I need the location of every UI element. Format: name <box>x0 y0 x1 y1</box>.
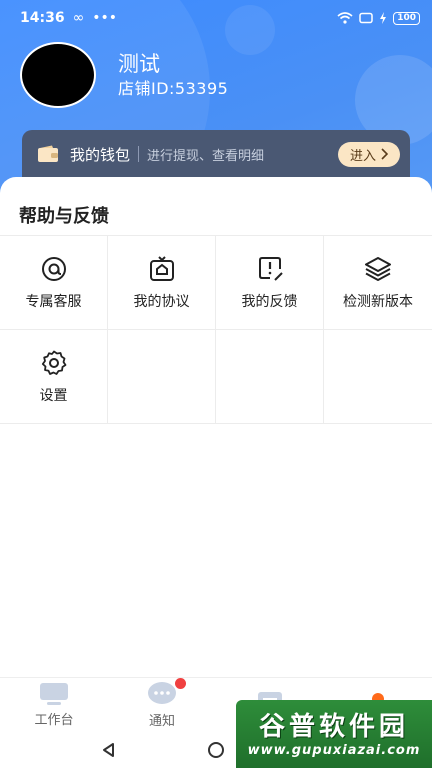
grid-item-label: 我的反馈 <box>241 293 298 310</box>
battery-icon: 100 <box>393 11 420 25</box>
grid-item-check-version[interactable]: 检测新版本 <box>324 236 432 329</box>
grid-item-agreement[interactable]: 我的协议 <box>108 236 216 329</box>
status-time: 14:36 <box>20 10 65 26</box>
wallet-enter-button[interactable]: 进入 <box>337 141 400 167</box>
grid-item-label: 检测新版本 <box>343 293 413 310</box>
infinity-icon: ∞ <box>72 10 85 26</box>
screen-icon <box>359 12 373 24</box>
gear-icon <box>41 350 66 375</box>
workbench-icon <box>40 683 68 705</box>
grid-empty-cell <box>108 330 216 423</box>
layers-icon <box>365 256 391 281</box>
grid-item-label: 设置 <box>39 387 68 404</box>
wallet-banner[interactable]: 我的钱包 进行提现、查看明细 进入 <box>22 130 410 178</box>
grid-item-feedback[interactable]: 我的反馈 <box>216 236 324 329</box>
charging-icon <box>380 12 387 24</box>
tab-label: 通知 <box>148 714 175 729</box>
at-icon <box>41 256 66 281</box>
agreement-icon <box>149 255 174 281</box>
store-name: 测试 <box>118 52 160 76</box>
wifi-icon <box>337 12 353 24</box>
grid-item-settings[interactable]: 设置 <box>0 330 108 423</box>
avatar[interactable] <box>20 42 96 108</box>
grid-item-label: 我的协议 <box>133 293 190 310</box>
tab-workbench[interactable]: 工作台 <box>0 678 108 732</box>
home-icon[interactable] <box>207 741 225 759</box>
watermark-logo: 谷普软件园 www.gupuxiazai.com <box>236 700 432 768</box>
status-bar: 14:36 ∞ ••• 100 <box>0 0 432 36</box>
wallet-icon <box>36 144 60 164</box>
back-icon[interactable] <box>101 742 117 758</box>
wallet-title: 我的钱包 <box>70 145 131 164</box>
notification-badge <box>175 678 186 689</box>
watermark-url: www.gupuxiazai.com <box>247 742 421 758</box>
section-title: 帮助与反馈 <box>19 206 109 227</box>
profile-header: 测试 店铺ID:53395 <box>20 42 228 108</box>
grid-item-customer-service[interactable]: 专属客服 <box>0 236 108 329</box>
grid-empty-cell <box>216 330 324 423</box>
feedback-icon <box>258 256 283 281</box>
grid-item-label: 专属客服 <box>25 293 82 310</box>
menu-grid: 专属客服 我的协议 我的反馈 检测新版本 设置 <box>0 235 432 424</box>
store-id: 店铺ID:53395 <box>118 79 229 98</box>
help-feedback-panel: 帮助与反馈 专属客服 我的协议 我的反馈 检测新版本 设置 <box>0 177 432 677</box>
chat-icon <box>148 682 176 704</box>
watermark-title: 谷普软件园 <box>258 711 409 742</box>
wallet-subtitle: 进行提现、查看明细 <box>147 148 265 164</box>
chevron-right-icon <box>381 148 388 160</box>
tab-label: 工作台 <box>34 713 74 728</box>
tab-notifications[interactable]: 通知 <box>108 678 216 732</box>
more-dots-icon: ••• <box>92 10 118 26</box>
wallet-enter-label: 进入 <box>349 148 376 164</box>
wallet-divider <box>138 146 140 162</box>
grid-empty-cell <box>324 330 432 423</box>
